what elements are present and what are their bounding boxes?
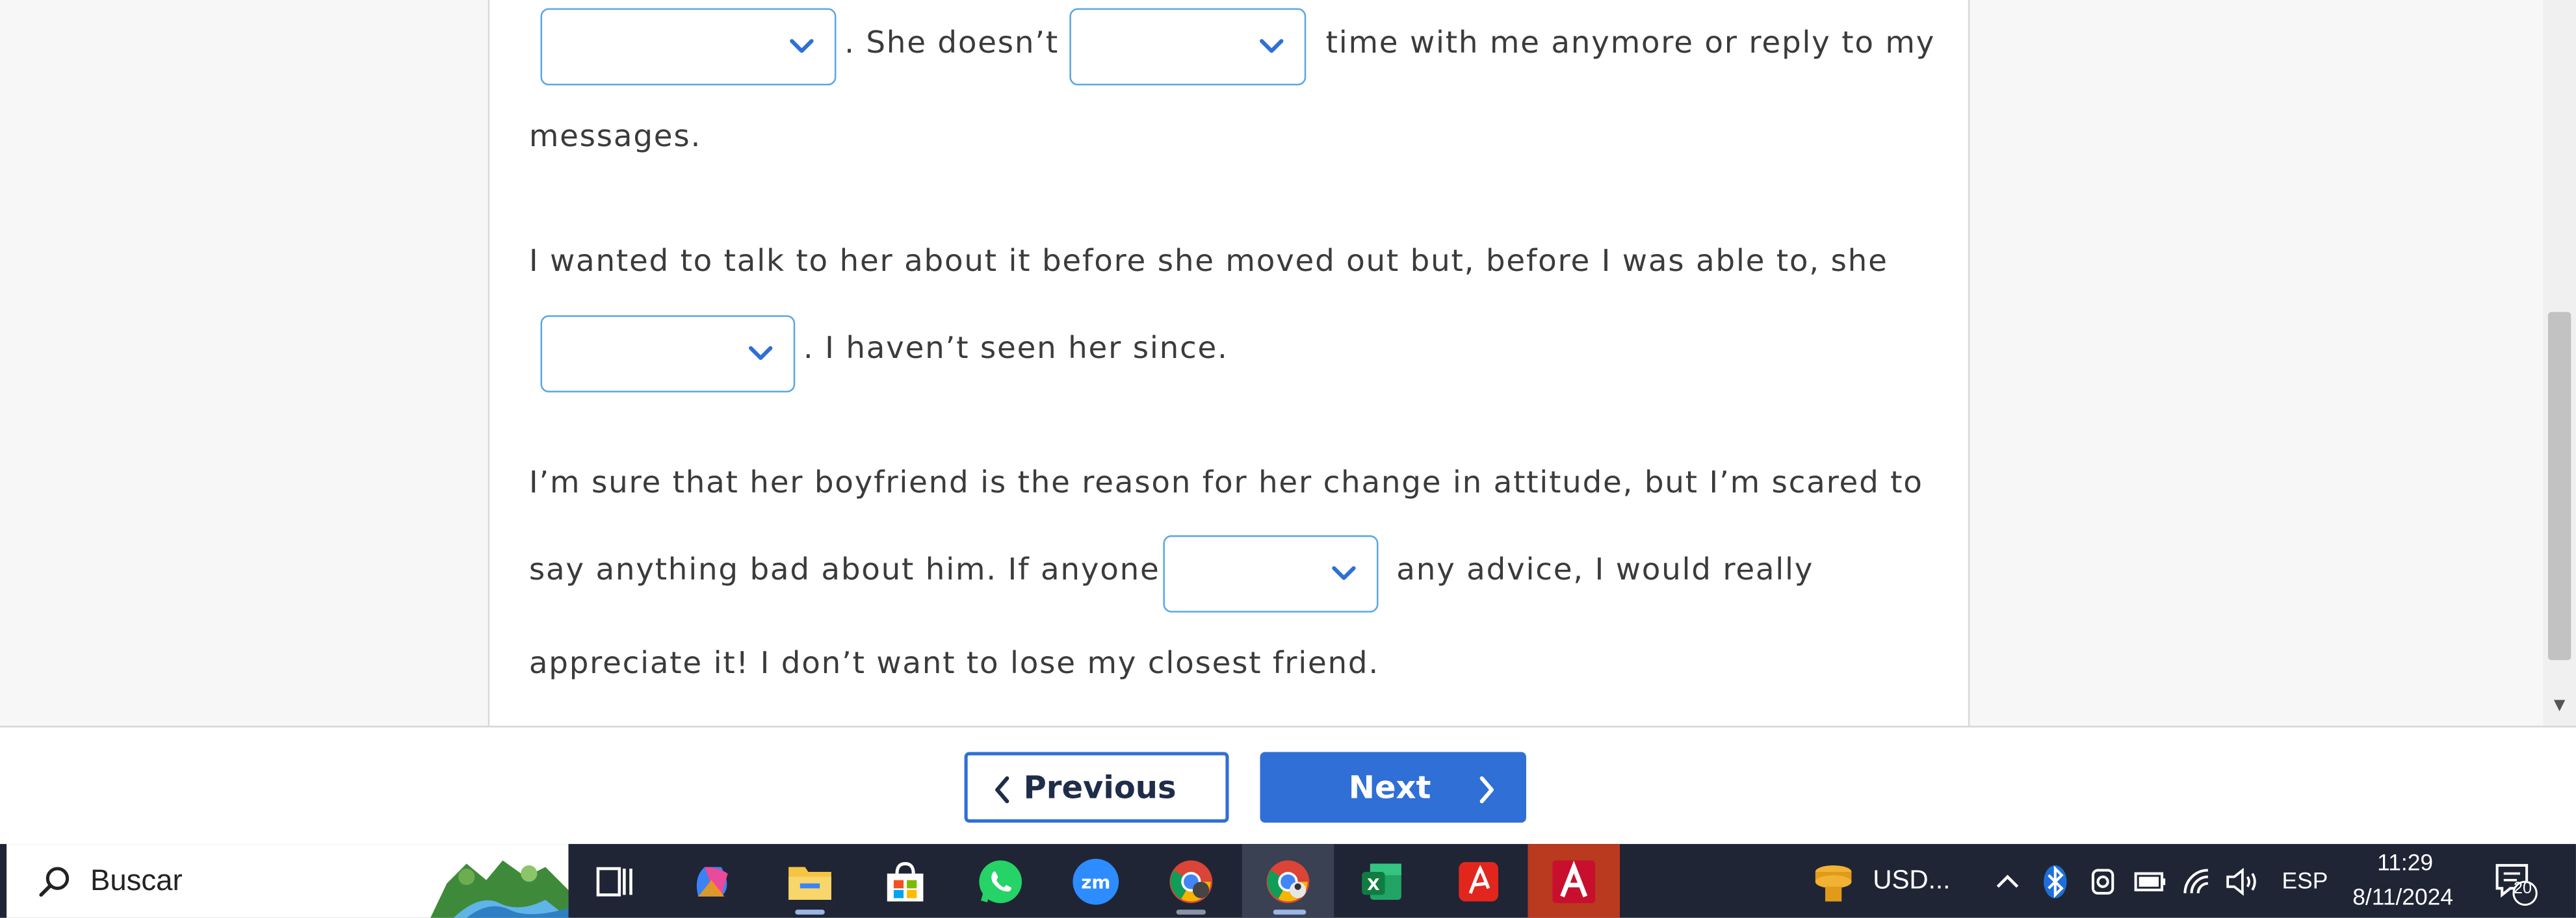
chevron-right-icon — [1479, 776, 1494, 804]
currency-widget-icon[interactable] — [1807, 856, 1860, 908]
chevron-down-icon — [748, 346, 773, 361]
notification-badge: 20 — [2513, 880, 2532, 899]
copilot-icon[interactable] — [686, 856, 739, 908]
chrome-icon[interactable] — [1165, 856, 1217, 908]
windows-taskbar: Buscar zm X USD... ESP 11:29 8/11/2024 2… — [0, 844, 2576, 918]
passage-text: time with me anymore or reply to my — [1325, 26, 1936, 61]
passage-text: appreciate it! I don’t want to lose my c… — [528, 646, 1380, 682]
zoom-icon[interactable]: zm — [1069, 856, 1122, 908]
svg-text:zm: zm — [1081, 871, 1110, 893]
passage-text: say anything bad about him. If anyone — [528, 553, 1160, 588]
answer-dropdown-1[interactable] — [540, 8, 837, 86]
vertical-scrollbar[interactable]: ▼ — [2543, 0, 2576, 726]
answer-dropdown-4[interactable] — [1163, 535, 1379, 613]
passage-text: I’m sure that her boyfriend is the reaso… — [528, 466, 1923, 501]
passage-text: any advice, I would really — [1396, 553, 1814, 588]
battery-icon[interactable] — [2122, 856, 2175, 908]
clock-date[interactable]: 8/11/2024 — [2352, 884, 2453, 910]
active-indicator — [1273, 910, 1307, 915]
passage-text: . I haven’t seen her since. — [803, 331, 1229, 366]
language-indicator[interactable]: ESP — [2282, 867, 2328, 893]
scrollbar-thumb[interactable] — [2547, 312, 2571, 661]
whatsapp-icon[interactable] — [974, 856, 1027, 908]
camera-icon[interactable] — [2077, 856, 2129, 908]
scroll-down-arrow-icon[interactable]: ▼ — [2550, 696, 2569, 716]
search-icon — [39, 867, 70, 897]
search-label: Buscar — [90, 863, 183, 897]
navigation-footer: Previous Next — [0, 726, 2576, 845]
reading-passage: . She doesn’t time with me anymore or re… — [488, 0, 1970, 726]
passage-text: I wanted to talk to her about it before … — [528, 244, 1888, 279]
currency-widget-label[interactable]: USD... — [1873, 867, 1950, 896]
microsoft-store-icon[interactable] — [879, 856, 931, 908]
previous-label: Previous — [1023, 769, 1177, 806]
active-indicator — [795, 910, 825, 915]
next-button[interactable]: Next — [1260, 752, 1526, 823]
clock-time[interactable]: 11:29 — [2377, 849, 2433, 875]
chrome-profile-icon[interactable] — [1262, 856, 1314, 908]
task-view-icon[interactable] — [588, 856, 641, 908]
svg-text:X: X — [1367, 875, 1379, 894]
next-label: Next — [1348, 769, 1431, 806]
chevron-down-icon — [1332, 566, 1356, 580]
content-area: . She doesn’t time with me anymore or re… — [0, 0, 2576, 726]
volume-icon[interactable] — [2216, 856, 2269, 908]
landscape-highlight-icon — [430, 860, 569, 918]
taskbar-search[interactable]: Buscar — [7, 844, 569, 918]
chevron-down-icon — [790, 39, 814, 53]
chevron-up-icon[interactable] — [1981, 856, 2034, 908]
file-explorer-icon[interactable] — [784, 856, 837, 908]
passage-text: . She doesn’t — [844, 26, 1060, 61]
chevron-down-icon — [1260, 39, 1284, 53]
excel-icon[interactable]: X — [1355, 856, 1408, 908]
open-indicator — [1176, 910, 1206, 915]
answer-dropdown-3[interactable] — [540, 315, 796, 393]
chevron-left-icon — [995, 776, 1009, 804]
previous-button[interactable]: Previous — [964, 752, 1229, 823]
answer-dropdown-2[interactable] — [1069, 8, 1307, 86]
bluetooth-icon[interactable] — [2029, 856, 2081, 908]
passage-text: messages. — [528, 120, 702, 155]
autocad-icon[interactable] — [1548, 856, 1600, 908]
acrobat-icon[interactable] — [1452, 856, 1505, 908]
